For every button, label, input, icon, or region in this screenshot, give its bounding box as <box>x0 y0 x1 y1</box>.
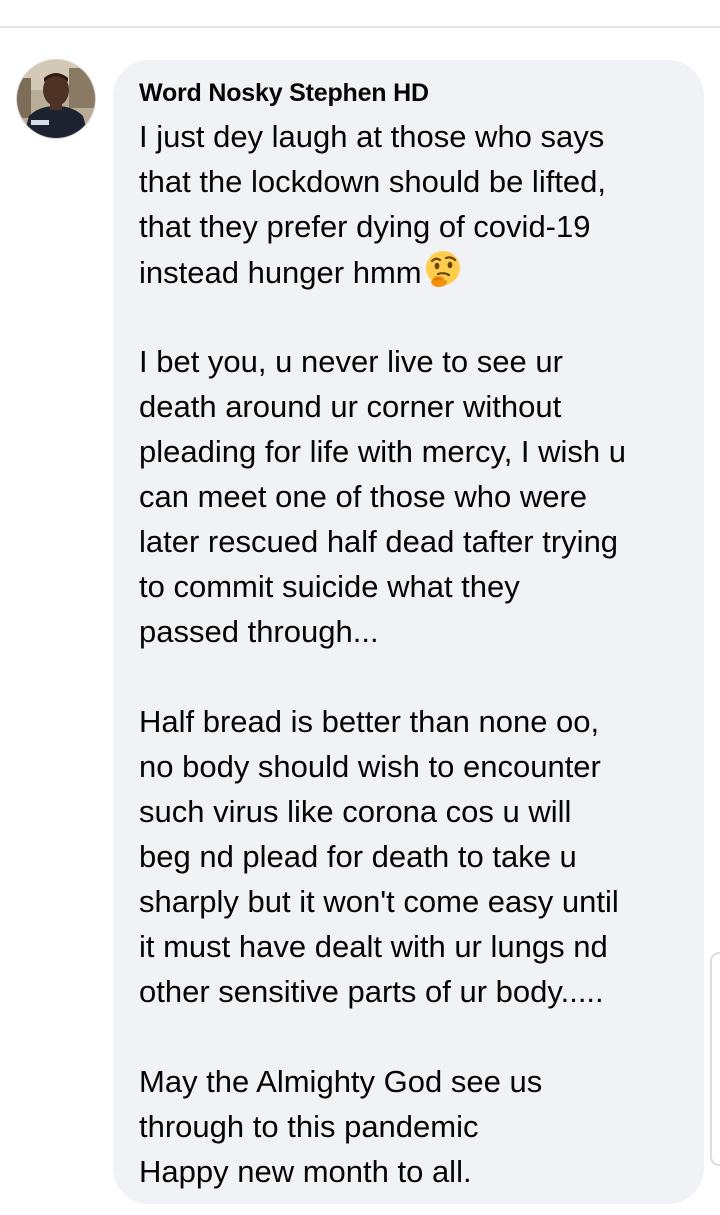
comment-line: death around ur corner without <box>139 384 699 429</box>
comment-line-text: that the lockdown should be lifted, <box>139 164 607 199</box>
comment-line: sharply but it won't come easy until <box>139 879 699 924</box>
comment-line-text: sharply but it won't come easy until <box>139 884 619 919</box>
profile-photo <box>17 60 95 138</box>
comment-line-text: to commit suicide what they <box>139 569 520 604</box>
comment-line: later rescued half dead tafter trying <box>139 519 699 564</box>
comment-line: beg nd plead for death to take u <box>139 834 699 879</box>
comment-line-text: death around ur corner without <box>139 389 562 424</box>
top-divider <box>0 26 720 28</box>
comment-line: Happy new month to all. <box>139 1149 699 1194</box>
comment-screen: Word Nosky Stephen HD I just dey laugh a… <box>0 0 720 1215</box>
comment-line: that they prefer dying of covid-19 <box>139 204 699 249</box>
comment-author-name[interactable]: Word Nosky Stephen HD <box>139 79 429 108</box>
comment-line: pleading for life with mercy, I wish u <box>139 429 699 474</box>
comment-line: through to this pandemic <box>139 1104 699 1149</box>
comment-line-text: pleading for life with mercy, I wish u <box>139 434 627 469</box>
comment-line: that the lockdown should be lifted, <box>139 159 699 204</box>
comment-line: can meet one of those who were <box>139 474 699 519</box>
comment-line-text: Happy new month to all. <box>139 1154 472 1189</box>
comment-line: I bet you, u never live to see ur <box>139 339 699 384</box>
comment-line-text: other sensitive parts of ur body..... <box>139 974 604 1009</box>
comment-line: to commit suicide what they <box>139 564 699 609</box>
comment-line: I just dey laugh at those who says <box>139 114 699 159</box>
comment-line: passed through... <box>139 609 699 654</box>
comment-line-text: I bet you, u never live to see ur <box>139 344 563 379</box>
comment-line-text: it must have dealt with ur lungs nd <box>139 929 608 964</box>
comment-line: other sensitive parts of ur body..... <box>139 969 699 1014</box>
avatar[interactable] <box>17 60 95 138</box>
comment-line-text: no body should wish to encounter <box>139 749 601 784</box>
comment-line-text: May the Almighty God see us <box>139 1064 543 1099</box>
comment-line: it must have dealt with ur lungs nd <box>139 924 699 969</box>
comment-line-text: later rescued half dead tafter trying <box>139 524 619 559</box>
comment-line-text: Half bread is better than none oo, <box>139 704 600 739</box>
comment-line-text: such virus like corona cos u will <box>139 794 572 829</box>
thinking-face-icon <box>423 249 463 301</box>
comment-line: Half bread is better than none oo, <box>139 699 699 744</box>
comment-line: such virus like corona cos u will <box>139 789 699 834</box>
comment-line-text: can meet one of those who were <box>139 479 588 514</box>
comment-line-text: instead hunger hmm <box>139 255 422 290</box>
comment-line: instead hunger hmm <box>139 249 699 294</box>
comment-line-text: I just dey laugh at those who says <box>139 119 605 154</box>
comment-line-text: passed through... <box>139 614 379 649</box>
comment-line-text: through to this pandemic <box>139 1109 479 1144</box>
comment-line: no body should wish to encounter <box>139 744 699 789</box>
comment-text: I just dey laugh at those who says that t… <box>139 114 699 1194</box>
comment-line-text: beg nd plead for death to take u <box>139 839 577 874</box>
comment-line-text: that they prefer dying of covid-19 <box>139 209 591 244</box>
comment-line: May the Almighty God see us <box>139 1059 699 1104</box>
edge-scroll-handle[interactable] <box>710 952 720 1166</box>
